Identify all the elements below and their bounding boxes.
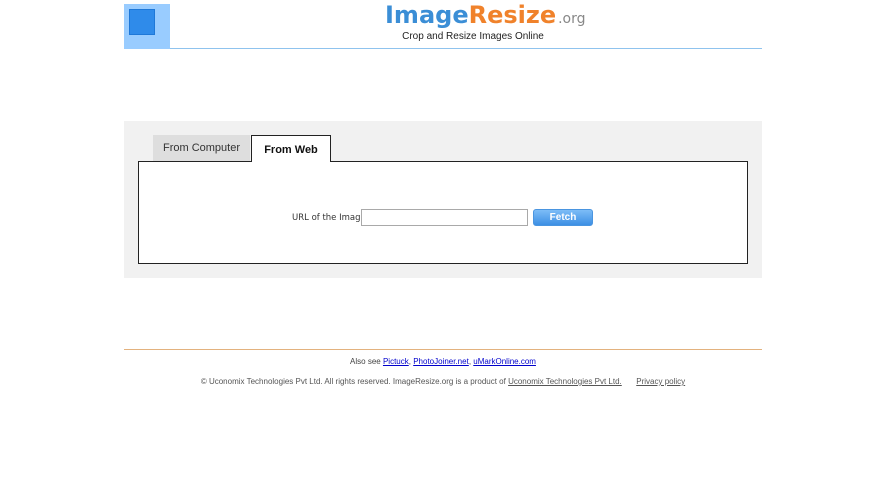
copyright-text: © Uconomix Technologies Pvt Ltd. All rig…: [200, 377, 506, 386]
also-see-prefix: Also see: [350, 357, 381, 366]
footer-divider: [124, 349, 762, 350]
logo-text-org: .org: [558, 11, 586, 27]
page: ImageResize .org Crop and Resize Images O…: [0, 0, 888, 500]
url-input[interactable]: [361, 209, 528, 226]
link-privacy-policy[interactable]: Privacy policy: [636, 377, 685, 386]
tab-from-computer[interactable]: From Computer: [153, 135, 250, 161]
logo-text-resize: Resize: [468, 1, 557, 29]
also-see-links: Also see Pictuck, PhotoJoiner.net, uMark…: [350, 357, 536, 366]
tagline: Crop and Resize Images Online: [402, 31, 544, 42]
logo-icon-inner: [129, 9, 155, 35]
url-label: URL of the Image: [292, 213, 366, 223]
logo-icon[interactable]: [124, 4, 170, 49]
link-uconomix[interactable]: Uconomix Technologies Pvt Ltd.: [508, 377, 622, 386]
upload-panel: From Computer From Web URL of the Image …: [124, 121, 762, 278]
site-logo-text[interactable]: ImageResize .org: [385, 0, 586, 30]
fetch-button[interactable]: Fetch: [533, 209, 593, 226]
header-divider: [170, 48, 762, 49]
link-photojoiner[interactable]: PhotoJoiner.net: [413, 357, 469, 366]
copyright: © Uconomix Technologies Pvt Ltd. All rig…: [124, 377, 762, 386]
link-umarkonline[interactable]: uMarkOnline.com: [473, 357, 536, 366]
tab-from-web[interactable]: From Web: [251, 135, 331, 162]
logo-text-image: Image: [385, 1, 469, 29]
link-pictuck[interactable]: Pictuck: [383, 357, 409, 366]
tab-content-from-web: URL of the Image Fetch: [138, 161, 748, 264]
